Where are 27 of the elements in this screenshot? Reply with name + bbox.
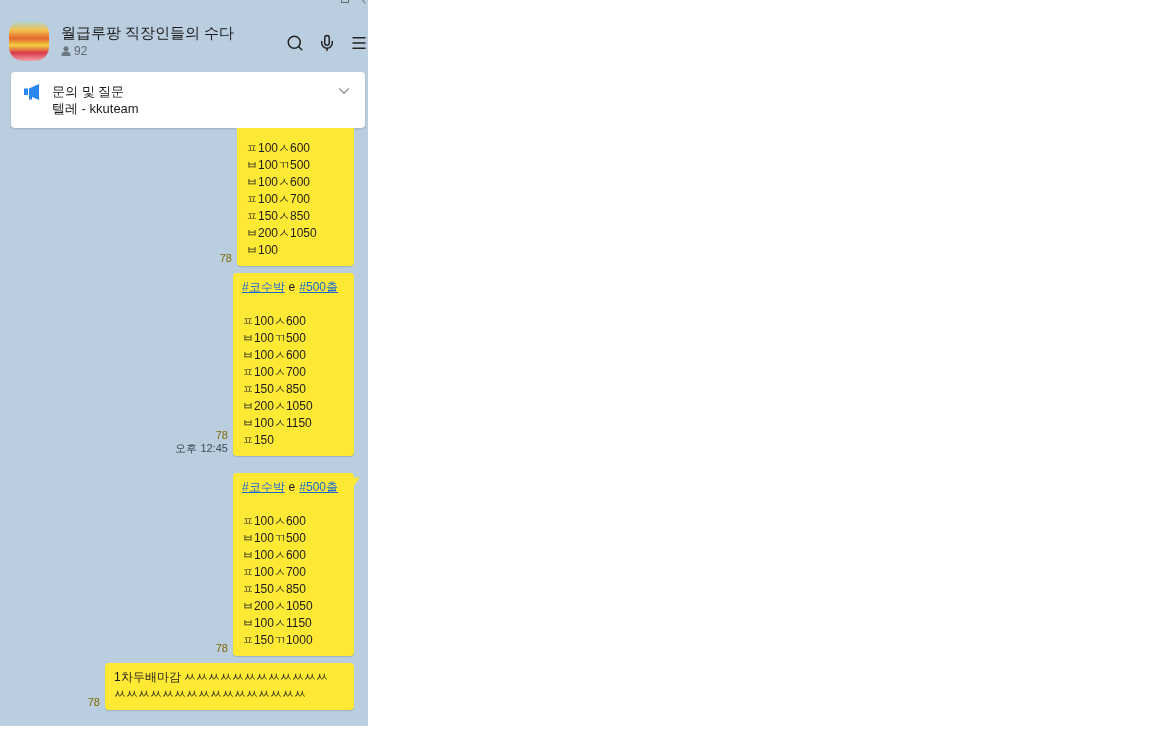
message-text: e [288, 479, 296, 496]
message-time: 오후 12:45 [175, 442, 228, 455]
unread-count: 78 [215, 642, 228, 655]
microphone-icon[interactable] [318, 33, 336, 52]
person-icon [61, 46, 71, 56]
chat-title: 월급루팡 직장인들의 수다 [61, 23, 236, 43]
maximize-icon[interactable] [341, 0, 349, 3]
avatar-photo-placeholder [9, 20, 49, 61]
search-icon[interactable] [286, 33, 304, 52]
notice-title: 문의 및 질문 [52, 83, 126, 100]
unread-count: 78 [87, 696, 100, 709]
unread-count: 78 [215, 429, 228, 442]
message-text: ㅍ100ㅅ600 ㅂ100ㄲ500 ㅂ100ㅅ600 ㅍ100ㅅ700 ㅍ150ㅅ850 ㅂ200ㅅ1050 ㅂ100ㅅ1150 ㅍ150ㄲ1000 [241, 513, 314, 649]
notice-card[interactable]: 문의 및 질문 텔레 - kkuteam [11, 72, 365, 128]
hashtag-link[interactable]: #코수박 [241, 479, 285, 496]
message-text: ㅍ100ㅅ600 ㅂ100ㄲ500 ㅂ100ㅅ600 ㅍ100ㅅ700 ㅍ150ㅅ850 ㅂ200ㅅ1050 ㅂ100 [246, 140, 318, 259]
message-text: 1차두배마감 ㅆㅆㅆㅆㅆㅆㅆㅆㅆㅆㅆㅆㅆㅆㅆㅆㅆㅆㅆㅆㅆㅆㅆㅆㅆㅆㅆㅆ [114, 669, 329, 703]
megaphone-icon [24, 84, 40, 100]
unread-count: 78 [219, 252, 232, 265]
close-icon[interactable] [362, 0, 366, 4]
member-count: 92 [74, 44, 88, 58]
message-text: e [288, 279, 296, 296]
hashtag-link[interactable]: #500출 [299, 279, 338, 296]
hashtag-link[interactable]: #500출 [299, 479, 338, 496]
message-text: ㅍ100ㅅ600 ㅂ100ㄲ500 ㅂ100ㅅ600 ㅍ100ㅅ700 ㅍ150ㅅ850 ㅂ200ㅅ1050 ㅂ100ㅅ1150 ㅍ150 [241, 313, 314, 449]
hashtag-link[interactable]: #코수박 [241, 279, 285, 296]
notice-text: 텔레 - kkuteam [52, 100, 140, 117]
